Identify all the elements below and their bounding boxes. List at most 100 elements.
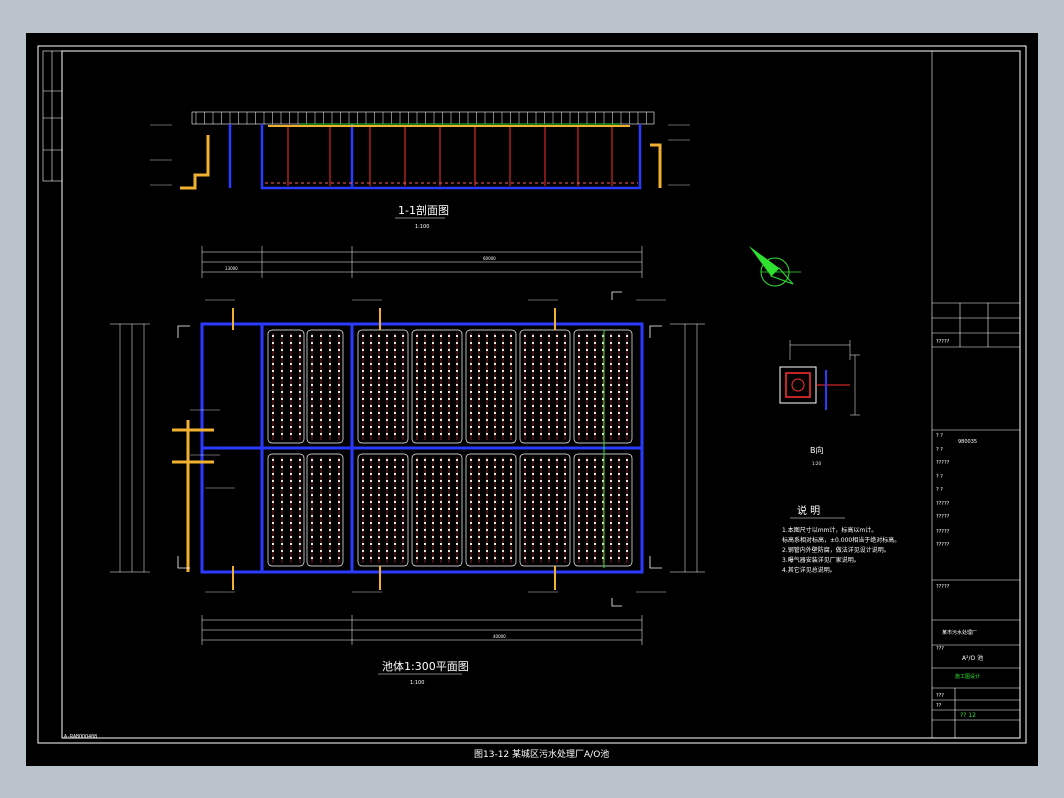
diffuser-head (319, 472, 323, 476)
diffuser-head (555, 500, 559, 504)
diffuser-head (509, 411, 513, 415)
diffuser-head (493, 390, 497, 394)
diffuser-head (337, 334, 341, 338)
diffuser-head (401, 355, 405, 359)
diffuser-head (289, 528, 293, 532)
diffuser-head (609, 535, 613, 539)
title-block-row: ??? (936, 693, 944, 699)
diffuser-head (531, 369, 535, 373)
diffuser-head (617, 397, 621, 401)
diffuser-head (531, 465, 535, 469)
diffuser-head (593, 500, 597, 504)
diffuser-head (310, 432, 314, 436)
diffuser-head (393, 528, 397, 532)
diffuser-head (485, 432, 489, 436)
diffuser-head (563, 528, 567, 532)
diffuser-head (393, 472, 397, 476)
diffuser-head (477, 348, 481, 352)
diffuser-head (393, 542, 397, 546)
diffuser-head (415, 514, 419, 518)
diffuser-head (609, 369, 613, 373)
diffuser-head (477, 465, 481, 469)
diffuser-head (423, 556, 427, 560)
diffuser-head (493, 507, 497, 511)
diffuser-head (485, 535, 489, 539)
diffuser-head (271, 355, 275, 359)
diffuser-head (585, 355, 589, 359)
diffuser-head (328, 556, 332, 560)
diffuser-head (423, 397, 427, 401)
diffuser-head (337, 458, 341, 462)
diffuser-head (401, 465, 405, 469)
diffuser-head (423, 383, 427, 387)
diffuser-head (625, 458, 629, 462)
diffuser-head (493, 458, 497, 462)
diffuser-head (547, 556, 551, 560)
diffuser-head (337, 542, 341, 546)
diffuser-head (617, 500, 621, 504)
diffuser-head (328, 432, 332, 436)
diffuser-head (585, 521, 589, 525)
diffuser-head (319, 458, 323, 462)
diffuser-head (493, 472, 497, 476)
diffuser-head (455, 376, 459, 380)
diffuser-head (625, 355, 629, 359)
diffuser-head (617, 535, 621, 539)
diffuser-head (469, 383, 473, 387)
diffuser-head (319, 425, 323, 429)
diffuser-head (431, 521, 435, 525)
diffuser-head (485, 369, 489, 373)
plan-dim-left: 13000 (225, 266, 238, 271)
diffuser-head (385, 486, 389, 490)
diffuser-head (369, 411, 373, 415)
diffuser-head (577, 493, 581, 497)
diffuser-head (585, 390, 589, 394)
diffuser-head (509, 514, 513, 518)
diffuser-head (509, 542, 513, 546)
diffuser-head (431, 397, 435, 401)
diffuser-head (485, 465, 489, 469)
diffuser-head (625, 369, 629, 373)
diffuser-head (439, 486, 443, 490)
diffuser-head (369, 507, 373, 511)
diffuser-head (447, 334, 451, 338)
diffuser-head (493, 528, 497, 532)
diffuser-head (469, 369, 473, 373)
diffuser-head (617, 514, 621, 518)
diffuser-head (485, 425, 489, 429)
diffuser-head (593, 397, 597, 401)
diffuser-head (469, 362, 473, 366)
diffuser-head (555, 355, 559, 359)
diffuser-head (493, 383, 497, 387)
diffuser-head (539, 535, 543, 539)
diffuser-head (439, 390, 443, 394)
diffuser-head (539, 404, 543, 408)
diffuser-head (509, 404, 513, 408)
diffuser-head (593, 535, 597, 539)
diffuser-head (501, 425, 505, 429)
diffuser-head (431, 355, 435, 359)
diffuser-head (377, 355, 381, 359)
diffuser-head (593, 390, 597, 394)
diffuser-head (501, 369, 505, 373)
diffuser-head (509, 397, 513, 401)
diffuser-head (393, 493, 397, 497)
diffuser-head (337, 507, 341, 511)
diffuser-head (439, 362, 443, 366)
diffuser-head (393, 383, 397, 387)
diffuser-head (485, 507, 489, 511)
diffuser-head (298, 465, 302, 469)
diffuser-head (563, 404, 567, 408)
diffuser-head (593, 472, 597, 476)
diffuser-head (539, 556, 543, 560)
diffuser-head (439, 334, 443, 338)
diffuser-head (431, 432, 435, 436)
diffuser-head (298, 383, 302, 387)
diffuser-head (485, 500, 489, 504)
diffuser-head (585, 472, 589, 476)
diffuser-head (563, 390, 567, 394)
diffuser-head (319, 334, 323, 338)
diffuser-head (523, 418, 527, 422)
diffuser-head (577, 369, 581, 373)
diffuser-head (423, 542, 427, 546)
